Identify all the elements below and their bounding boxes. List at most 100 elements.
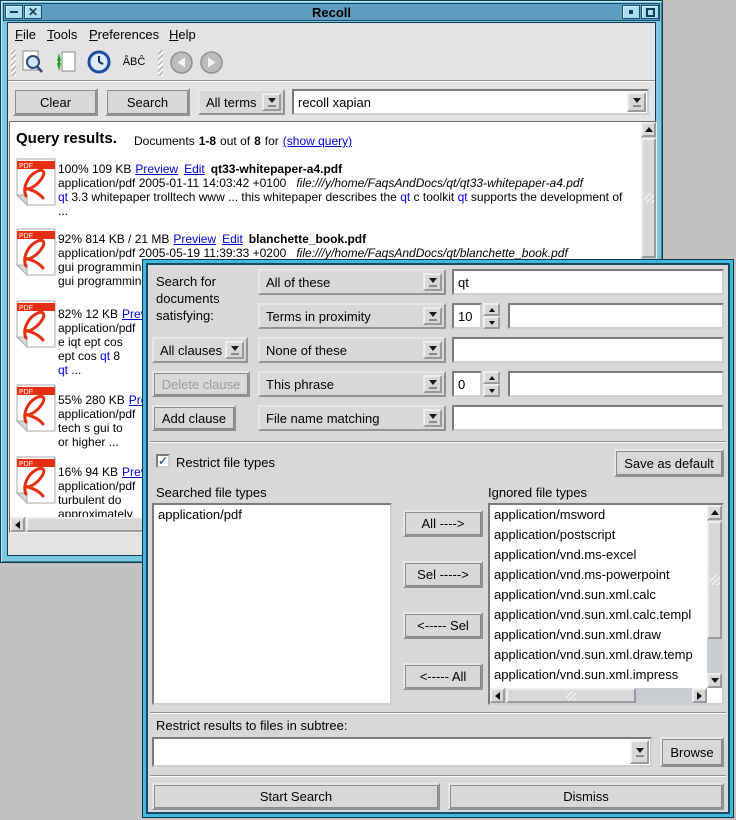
result-snippet: tech s gui to: [58, 421, 123, 435]
scrollbar-thumb[interactable]: [641, 138, 656, 258]
advanced-search-button[interactable]: [19, 48, 47, 76]
list-item[interactable]: application/postscript: [490, 525, 707, 545]
scroll-right-button[interactable]: [692, 688, 707, 703]
chevron-down-icon[interactable]: [423, 307, 442, 325]
separator: [150, 775, 726, 777]
subtree-input[interactable]: [152, 737, 652, 767]
list-item[interactable]: application/vnd.sun.xml.impress: [490, 665, 707, 685]
arrow-left-icon: [15, 521, 20, 529]
chevron-down-icon[interactable]: [423, 273, 442, 291]
clause-value-input-5[interactable]: [452, 405, 724, 431]
list-item[interactable]: application/vnd.ms-powerpoint: [490, 565, 707, 585]
start-search-button[interactable]: Start Search: [152, 783, 440, 810]
clause-type-combo-1[interactable]: All of these: [258, 269, 446, 295]
spin-up-button[interactable]: [483, 303, 500, 316]
clear-button[interactable]: Clear: [13, 88, 98, 116]
list-item[interactable]: application/msword: [490, 505, 707, 525]
phrase-slack-input[interactable]: [452, 371, 482, 397]
history-button[interactable]: [85, 48, 113, 76]
scroll-left-button[interactable]: [10, 517, 25, 532]
close-button[interactable]: ✕: [24, 5, 42, 19]
chevron-down-icon[interactable]: [630, 740, 649, 764]
pdf-file-icon: PDF: [16, 228, 56, 276]
toolbar-handle-2[interactable]: [158, 50, 163, 76]
result-row: 100% 109 KBPreviewEditqt33-whitepaper-a4…: [58, 162, 342, 176]
preview-link[interactable]: Preview: [135, 162, 178, 176]
dismiss-button[interactable]: Dismiss: [448, 783, 724, 810]
chevron-down-icon[interactable]: [423, 341, 442, 359]
chevron-down-icon[interactable]: [423, 375, 442, 393]
scroll-up-button[interactable]: [707, 505, 722, 520]
list-item[interactable]: application/vnd.sun.xml.calc: [490, 585, 707, 605]
ignored-file-types-list[interactable]: application/mswordapplication/postscript…: [488, 503, 724, 705]
restore-button[interactable]: [622, 5, 640, 19]
searched-list-items: application/pdf: [154, 505, 390, 525]
clause-value-input-2[interactable]: [508, 303, 724, 329]
search-button[interactable]: Search: [105, 88, 190, 116]
scroll-left-button[interactable]: [490, 688, 505, 703]
ignored-horizontal-scrollbar[interactable]: [490, 688, 707, 703]
titlebar[interactable]: ✕ Recoll: [3, 3, 660, 21]
ignored-vertical-scrollbar[interactable]: [707, 505, 722, 688]
toolbar-handle[interactable]: [11, 50, 16, 76]
browse-button[interactable]: Browse: [660, 737, 724, 767]
clause-type-combo-5[interactable]: File name matching: [258, 405, 446, 431]
proximity-slack-input[interactable]: [452, 303, 482, 329]
svg-text:PDF: PDF: [19, 233, 33, 240]
list-item[interactable]: application/pdf: [154, 505, 390, 525]
clause-type-combo-3[interactable]: None of these: [258, 337, 446, 363]
query-chevron-down-icon[interactable]: [627, 92, 646, 112]
spin-down-button[interactable]: [483, 316, 500, 329]
add-clause-button[interactable]: Add clause: [152, 405, 236, 431]
query-input[interactable]: [292, 89, 649, 115]
result-meta: application/pdf: [58, 407, 135, 421]
menu-help[interactable]: Help: [169, 27, 196, 42]
list-item[interactable]: application/vnd.sun.xml.draw: [490, 625, 707, 645]
move-all-left-button[interactable]: <----- All: [403, 663, 483, 690]
scroll-down-button[interactable]: [707, 673, 722, 688]
move-selected-right-button[interactable]: Sel ----->: [403, 561, 483, 588]
scrollbar-thumb[interactable]: [506, 688, 636, 703]
restrict-file-types-label: Restrict file types: [176, 455, 275, 470]
preview-link[interactable]: Preview: [173, 232, 216, 246]
searched-file-types-list[interactable]: application/pdf: [152, 503, 392, 705]
result-meta: application/pdf 2005-01-11 14:03:42 +010…: [58, 176, 583, 190]
spin-down-button[interactable]: [483, 384, 500, 397]
clause-type-combo-2[interactable]: Terms in proximity: [258, 303, 446, 329]
arrow-up-icon: [711, 510, 719, 515]
satisfy-label: Search for documents satisfying:: [156, 273, 220, 324]
clause-value-input-3[interactable]: [452, 337, 724, 363]
sort-parameters-button[interactable]: [51, 48, 79, 76]
chevron-down-icon[interactable]: [225, 341, 244, 359]
list-item[interactable]: application/vnd.ms-excel: [490, 545, 707, 565]
delete-clause-button[interactable]: Delete clause: [152, 371, 250, 397]
clause-value-input-4[interactable]: [508, 371, 724, 397]
clause-type-combo-4[interactable]: This phrase: [258, 371, 446, 397]
term-explorer-button[interactable]: ÂBĈ: [117, 48, 151, 76]
list-item[interactable]: application/vnd.sun.xml.draw.temp: [490, 645, 707, 665]
clause-value-input-1[interactable]: [452, 269, 724, 295]
back-button[interactable]: [167, 48, 195, 76]
move-selected-left-button[interactable]: <----- Sel: [403, 612, 483, 639]
scrollbar-thumb[interactable]: [707, 521, 722, 639]
list-item[interactable]: application/vnd.sun.xml.calc.templ: [490, 605, 707, 625]
scroll-up-button[interactable]: [641, 122, 656, 137]
menu-preferences[interactable]: Preferences: [89, 27, 159, 42]
conjunction-combo[interactable]: All clauses: [152, 337, 248, 363]
svg-text:PDF: PDF: [19, 163, 33, 170]
edit-link[interactable]: Edit: [184, 162, 205, 176]
save-as-default-button[interactable]: Save as default: [614, 449, 724, 477]
show-query-link[interactable]: (show query): [283, 134, 352, 148]
spin-up-button[interactable]: [483, 371, 500, 384]
chevron-down-icon[interactable]: [423, 409, 442, 427]
maximize-button[interactable]: [641, 5, 659, 19]
forward-button[interactable]: [197, 48, 225, 76]
menu-tools[interactable]: Tools: [47, 27, 77, 42]
search-mode-combo[interactable]: All terms: [198, 89, 285, 115]
minimize-button[interactable]: [5, 5, 23, 19]
restrict-file-types-checkbox[interactable]: ✓: [156, 454, 170, 468]
chevron-down-icon[interactable]: [262, 93, 281, 111]
edit-link[interactable]: Edit: [222, 232, 243, 246]
menu-file[interactable]: File: [15, 27, 36, 42]
move-all-right-button[interactable]: All ---->: [403, 510, 483, 537]
